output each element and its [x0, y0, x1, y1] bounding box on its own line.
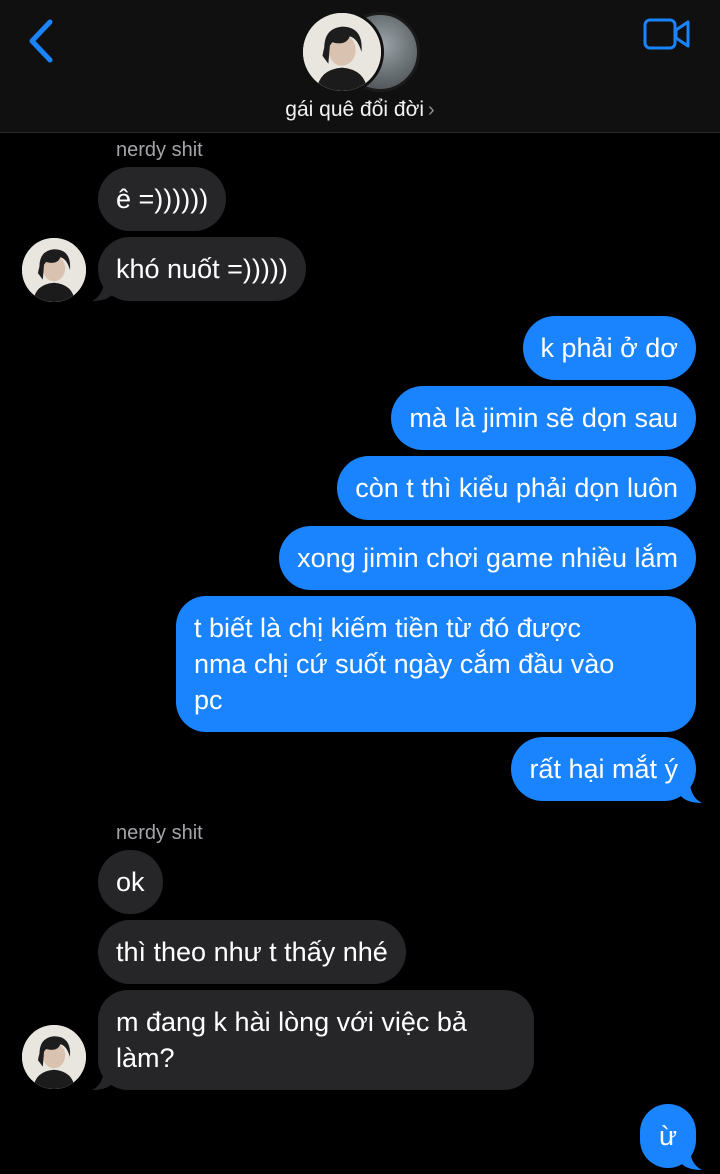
message-bubble-outgoing[interactable]: t biết là chị kiếm tiền từ đó được nma c…	[176, 596, 696, 732]
message-text: khó nuốt =)))))	[116, 254, 288, 284]
message-bubble-incoming[interactable]: ê =))))))	[98, 167, 227, 231]
message-line: pc	[194, 685, 223, 715]
conversation-title-text: gái quê đổi đời	[285, 98, 425, 121]
contact-avatar[interactable]	[22, 1025, 86, 1089]
bubble-tail	[680, 781, 702, 803]
message-bubble-incoming[interactable]: ok	[98, 850, 163, 914]
message-bubble-incoming[interactable]: thì theo như t thấy nhé	[98, 920, 406, 984]
video-camera-icon	[643, 18, 690, 50]
chevron-left-icon	[29, 19, 53, 63]
back-button[interactable]	[22, 18, 62, 64]
sender-name: nerdy shit	[116, 822, 203, 844]
conversation-header: gái quê đổi đời ›	[0, 0, 720, 133]
chevron-right-icon: ›	[428, 99, 435, 121]
message-line: làm?	[116, 1043, 175, 1073]
video-call-button[interactable]	[642, 16, 692, 52]
message-text: ừ	[658, 1121, 678, 1151]
message-text: xong jimin chơi game nhiều lắm	[297, 543, 678, 573]
bubble-tail	[680, 1148, 702, 1170]
message-text: ok	[116, 867, 145, 897]
bubble-tail	[92, 1068, 114, 1090]
message-text: t biết là chị kiếm tiền từ đó được nma c…	[194, 610, 614, 718]
message-bubble-outgoing[interactable]: mà là jimin sẽ dọn sau	[391, 386, 696, 450]
message-bubble-outgoing[interactable]: k phải ở dơ	[522, 316, 696, 380]
contact-avatar[interactable]	[22, 238, 86, 302]
message-text: ê =))))))	[116, 184, 209, 214]
message-bubble-incoming[interactable]: khó nuốt =)))))	[98, 237, 306, 301]
message-bubble-incoming[interactable]: m đang k hài lòng với việc bả làm?	[98, 990, 534, 1090]
message-text: m đang k hài lòng với việc bả làm?	[116, 1004, 467, 1076]
message-bubble-outgoing[interactable]: xong jimin chơi game nhiều lắm	[279, 526, 696, 590]
sender-name: nerdy shit	[116, 139, 203, 161]
conversation-title[interactable]: gái quê đổi đời ›	[0, 98, 720, 122]
member-avatar-primary	[300, 10, 384, 94]
message-bubble-outgoing[interactable]: rất hại mắt ý	[511, 737, 696, 801]
message-line: nma chị cứ suốt ngày cắm đầu vào	[194, 649, 615, 679]
message-line: t biết là chị kiếm tiền từ đó được	[194, 613, 582, 643]
message-line: m đang k hài lòng với việc bả	[116, 1007, 467, 1037]
message-text: mà là jimin sẽ dọn sau	[409, 403, 678, 433]
group-avatar[interactable]	[300, 10, 420, 94]
message-text: còn t thì kiểu phải dọn luôn	[355, 473, 678, 503]
bubble-tail	[92, 279, 114, 301]
message-bubble-outgoing[interactable]: còn t thì kiểu phải dọn luôn	[337, 456, 696, 520]
message-text: k phải ở dơ	[540, 333, 678, 363]
message-text: thì theo như t thấy nhé	[116, 937, 388, 967]
message-text: rất hại mắt ý	[529, 754, 678, 784]
